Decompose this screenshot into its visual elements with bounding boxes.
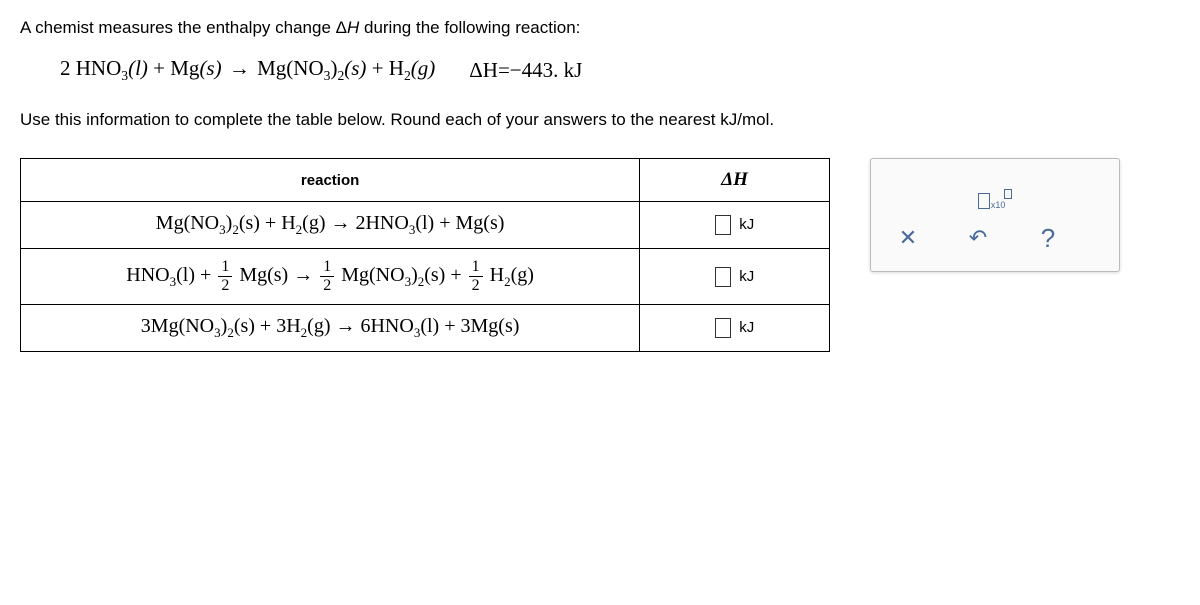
dh-label: ΔH= <box>469 58 510 82</box>
given-equation: 2 HNO3(l) + Mg(s) → Mg(NO3)2(s) + H2(g) … <box>20 56 1180 84</box>
table-row: Mg(NO3)2(s) + H2(g) → 2HNO3(l) + Mg(s) k… <box>21 202 830 249</box>
eq-lhs-a-phase: (l) <box>128 56 148 80</box>
unit-1: kJ <box>739 216 754 233</box>
eq-rhs-a-phase: (s) <box>344 56 366 80</box>
fraction: 12 <box>218 259 232 294</box>
eq-rhs-a: Mg(NO <box>257 56 324 80</box>
reaction-cell-3: 3Mg(NO3)2(s) + 3H2(g) → 6HNO3(l) + 3Mg(s… <box>21 305 640 352</box>
instruction-text: Use this information to complete the tab… <box>20 110 1180 130</box>
intro-before: A chemist measures the enthalpy change Δ <box>20 18 347 37</box>
scientific-notation-button[interactable]: x10 <box>978 175 1012 209</box>
dh-delta: Δ <box>721 169 733 190</box>
sci-label: x10 <box>991 200 1006 210</box>
dh-var: H <box>733 169 748 190</box>
clear-button[interactable]: ✕ <box>891 221 925 255</box>
intro-after: during the following reaction: <box>359 18 580 37</box>
table-row: 3Mg(NO3)2(s) + 3H2(g) → 6HNO3(l) + 3Mg(s… <box>21 305 830 352</box>
reaction-cell-1: Mg(NO3)2(s) + H2(g) → 2HNO3(l) + Mg(s) <box>21 202 640 249</box>
eq-lhs-b-phase: (s) <box>199 56 221 80</box>
eq-lhs-a: 2 HNO <box>60 56 121 80</box>
arrow-icon: → <box>229 56 250 80</box>
reaction-table: reaction ΔH Mg(NO3)2(s) + H2(g) → 2HNO3(… <box>20 158 830 352</box>
eq-rhs-b-phase: (g) <box>411 56 436 80</box>
eq-rhs-b-sub: 2 <box>404 68 411 83</box>
eq-plus2: + <box>372 56 389 80</box>
answer-cell-1: kJ <box>640 202 830 249</box>
fraction: 12 <box>320 259 334 294</box>
undo-button[interactable]: ↶ <box>961 221 995 255</box>
header-dh: ΔH <box>640 159 830 202</box>
reaction-cell-2: HNO3(l) + 12 Mg(s) → 12 Mg(NO3)2(s) + 12… <box>21 249 640 305</box>
eq-rhs-b: H <box>389 56 404 80</box>
unit-3: kJ <box>739 319 754 336</box>
tool-panel: x10 ✕ ↶ ? <box>870 158 1120 272</box>
answer-cell-3: kJ <box>640 305 830 352</box>
dh-value: −443. kJ <box>510 58 583 82</box>
answer-cell-2: kJ <box>640 249 830 305</box>
header-reaction: reaction <box>21 159 640 202</box>
answer-input-3[interactable] <box>715 318 731 338</box>
eq-plus1: + <box>153 56 170 80</box>
table-row: HNO3(l) + 12 Mg(s) → 12 Mg(NO3)2(s) + 12… <box>21 249 830 305</box>
eq-lhs-b: Mg <box>170 56 199 80</box>
question-intro: A chemist measures the enthalpy change Δ… <box>20 18 1180 38</box>
fraction: 12 <box>469 259 483 294</box>
help-button[interactable]: ? <box>1031 221 1065 255</box>
intro-var: H <box>347 18 359 37</box>
answer-input-2[interactable] <box>715 267 731 287</box>
unit-2: kJ <box>739 268 754 285</box>
answer-input-1[interactable] <box>715 215 731 235</box>
